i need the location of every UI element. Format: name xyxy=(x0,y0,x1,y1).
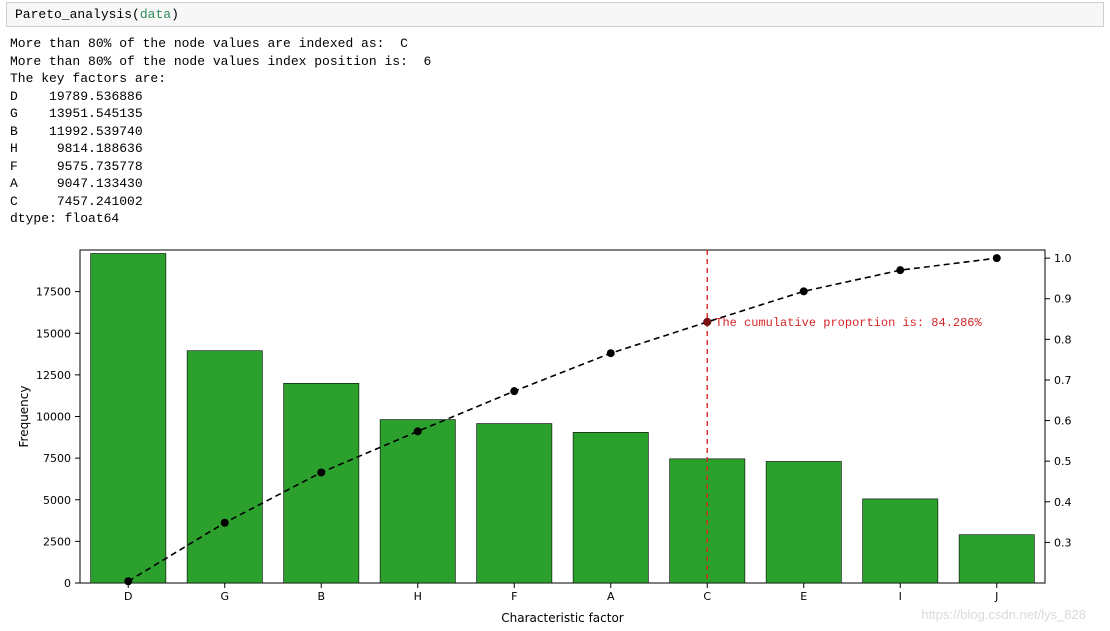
bar xyxy=(477,424,552,583)
y-axis-label: Frequency xyxy=(17,386,31,448)
svg-text:F: F xyxy=(511,590,517,603)
svg-text:C: C xyxy=(703,590,711,603)
out-line: The key factors are: xyxy=(10,71,166,86)
svg-text:G: G xyxy=(220,590,229,603)
paren-close: ) xyxy=(171,7,179,22)
svg-text:E: E xyxy=(800,590,807,603)
svg-text:0.5: 0.5 xyxy=(1054,455,1072,468)
svg-text:J: J xyxy=(994,590,998,603)
svg-text:15000: 15000 xyxy=(36,327,71,340)
x-axis-label: Characteristic factor xyxy=(501,611,624,625)
svg-text:1.0: 1.0 xyxy=(1054,252,1072,265)
factor-row: G 13951.545135 xyxy=(10,106,143,121)
cumulative-marker xyxy=(800,287,808,295)
factor-row: C 7457.241002 xyxy=(10,194,143,209)
code-fn: Pareto_analysis xyxy=(15,7,132,22)
cumulative-marker xyxy=(221,519,229,527)
factor-row: D 19789.536886 xyxy=(10,89,143,104)
cumulative-marker xyxy=(993,254,1001,262)
cumulative-marker xyxy=(607,349,615,357)
annotation-text: The cumulative proportion is: 84.286% xyxy=(715,316,982,330)
svg-text:A: A xyxy=(607,590,615,603)
bar xyxy=(187,351,262,583)
bar xyxy=(284,383,359,583)
factor-row: B 11992.539740 xyxy=(10,124,143,139)
cumulative-marker xyxy=(414,427,422,435)
bar xyxy=(959,535,1034,583)
svg-text:0.6: 0.6 xyxy=(1054,415,1072,428)
dtype-line: dtype: float64 xyxy=(10,211,119,226)
svg-text:I: I xyxy=(899,590,902,603)
bar xyxy=(380,420,455,583)
cumulative-marker xyxy=(896,266,904,274)
svg-text:H: H xyxy=(414,590,422,603)
chart-svg: 0 2500 5000 7500 10000 12500 15000 17500 0.3 0.4 0… xyxy=(10,238,1100,628)
threshold-marker xyxy=(703,318,711,326)
bar xyxy=(863,499,938,583)
svg-text:B: B xyxy=(317,590,325,603)
factor-row: H 9814.188636 xyxy=(10,141,143,156)
svg-text:12500: 12500 xyxy=(36,369,71,382)
stdout-output: More than 80% of the node values are ind… xyxy=(0,35,1110,234)
out-line: More than 80% of the node values index p… xyxy=(10,54,431,69)
svg-text:0: 0 xyxy=(64,577,71,590)
cumulative-marker xyxy=(124,577,132,585)
bar xyxy=(91,254,166,583)
bar xyxy=(573,432,648,583)
bar xyxy=(766,461,841,583)
svg-text:5000: 5000 xyxy=(43,494,71,507)
svg-text:2500: 2500 xyxy=(43,535,71,548)
svg-text:0.3: 0.3 xyxy=(1054,536,1072,549)
svg-text:0.8: 0.8 xyxy=(1054,333,1072,346)
svg-text:0.7: 0.7 xyxy=(1054,374,1072,387)
svg-text:0.9: 0.9 xyxy=(1054,293,1072,306)
svg-text:10000: 10000 xyxy=(36,411,71,424)
factor-row: A 9047.133430 xyxy=(10,176,143,191)
svg-text:7500: 7500 xyxy=(43,452,71,465)
pareto-chart: 0 2500 5000 7500 10000 12500 15000 17500 0.3 0.4 0… xyxy=(10,238,1100,628)
out-line: More than 80% of the node values are ind… xyxy=(10,36,408,51)
svg-text:D: D xyxy=(124,590,132,603)
svg-text:0.4: 0.4 xyxy=(1054,496,1072,509)
svg-text:17500: 17500 xyxy=(36,286,71,299)
paren-open: ( xyxy=(132,7,140,22)
code-arg: data xyxy=(140,7,171,22)
code-cell: Pareto_analysis(data) xyxy=(6,2,1104,27)
factor-row: F 9575.735778 xyxy=(10,159,143,174)
cumulative-marker xyxy=(317,468,325,476)
cumulative-marker xyxy=(510,387,518,395)
